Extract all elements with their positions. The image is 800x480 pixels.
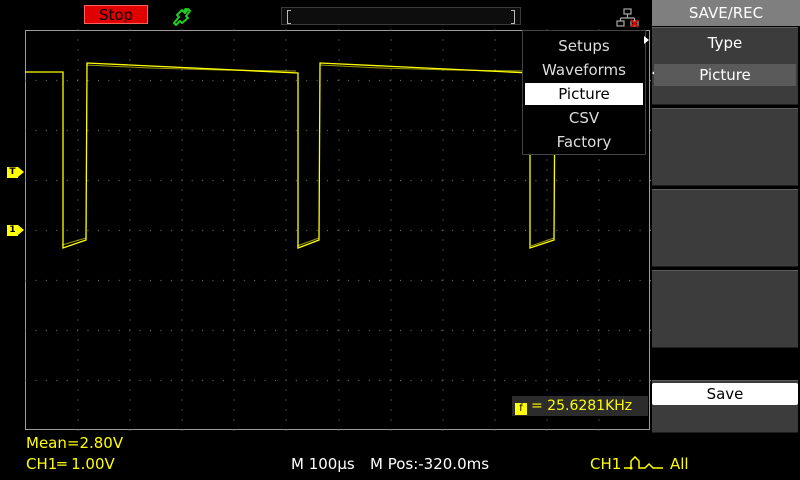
trigger-mode[interactable]: All — [670, 455, 689, 473]
frequency-readout: f = 25.6281KHz — [512, 396, 648, 416]
softkey-save[interactable]: Save — [652, 380, 798, 433]
ch1-waveform-noise — [61, 64, 555, 247]
softkey-3[interactable] — [652, 189, 798, 267]
softkey-2[interactable] — [652, 108, 798, 186]
mean-measurement: Mean=2.80V — [26, 434, 124, 452]
timebase-scale[interactable]: M 100µs — [291, 455, 355, 473]
save-type-dropdown[interactable]: Setups Waveforms Picture CSV Factory — [522, 30, 646, 155]
softkey-type[interactable]: Type Picture — [652, 27, 798, 105]
softkey-menu: SAVE/REC Type Picture Save — [652, 0, 800, 435]
dropdown-pointer-icon — [644, 36, 649, 44]
dropdown-item-picture[interactable]: Picture — [525, 83, 643, 105]
ch1-ground-marker[interactable]: 1 — [7, 225, 24, 236]
trigger-level-marker[interactable]: T — [7, 167, 24, 178]
frequency-value: = 25.6281KHz — [531, 398, 633, 414]
ch1-scale[interactable]: CH1═ 1.00V — [26, 455, 115, 473]
dropdown-item-factory[interactable]: Factory — [525, 131, 643, 153]
horizontal-position[interactable]: M Pos:-320.0ms — [370, 455, 489, 473]
dropdown-item-csv[interactable]: CSV — [525, 107, 643, 129]
trigger-edge-icon — [624, 456, 663, 470]
menu-title: SAVE/REC — [652, 0, 800, 26]
softkey-type-value: Picture — [654, 64, 796, 86]
ch1-waveform-trace — [25, 62, 556, 249]
trigger-channel[interactable]: CH1 — [590, 455, 621, 473]
softkey-4[interactable] — [652, 270, 798, 348]
dropdown-item-setups[interactable]: Setups — [525, 35, 643, 57]
frequency-icon: f — [515, 403, 527, 415]
softkey-type-label: Type — [707, 34, 743, 52]
dropdown-item-waveforms[interactable]: Waveforms — [525, 59, 643, 81]
save-button[interactable]: Save — [652, 383, 798, 405]
